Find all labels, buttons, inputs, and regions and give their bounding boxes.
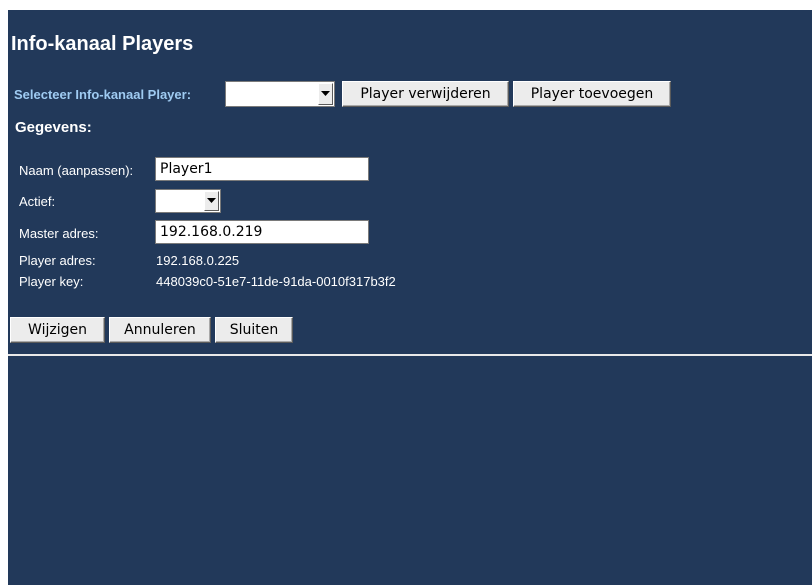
save-button[interactable]: Wijzigen	[10, 317, 105, 343]
chevron-down-icon[interactable]	[204, 191, 219, 211]
close-button[interactable]: Sluiten	[215, 317, 293, 343]
player-key-label: Player key:	[19, 274, 84, 289]
add-player-button[interactable]: Player toevoegen	[513, 81, 671, 107]
section-heading: Gegevens:	[15, 119, 92, 136]
master-address-label: Master adres:	[19, 226, 99, 241]
active-label: Actief:	[19, 194, 56, 209]
info-kanaal-panel: Info-kanaal Players Selecteer Info-kanaa…	[8, 10, 812, 585]
active-select-value: Ja	[160, 192, 172, 207]
player-select-value: 1: Player1	[230, 84, 296, 99]
cancel-button[interactable]: Annuleren	[109, 317, 211, 343]
master-address-field[interactable]: 192.168.0.219	[155, 220, 369, 244]
active-select[interactable]: Ja	[155, 189, 221, 213]
player-address-value: 192.168.0.225	[156, 253, 240, 268]
remove-player-button[interactable]: Player verwijderen	[342, 81, 509, 107]
divider	[8, 354, 812, 356]
player-select[interactable]: 1: Player1	[225, 81, 335, 107]
chevron-down-icon[interactable]	[318, 83, 333, 105]
name-field[interactable]: Player1	[155, 157, 369, 181]
player-address-label: Player adres:	[19, 253, 96, 268]
page-title: Info-kanaal Players	[11, 33, 194, 55]
name-label: Naam (aanpassen):	[19, 163, 134, 178]
player-key-value: 448039c0-51e7-11de-91da-0010f317b3f2	[156, 274, 396, 289]
player-select-label: Selecteer Info-kanaal Player:	[14, 87, 192, 102]
